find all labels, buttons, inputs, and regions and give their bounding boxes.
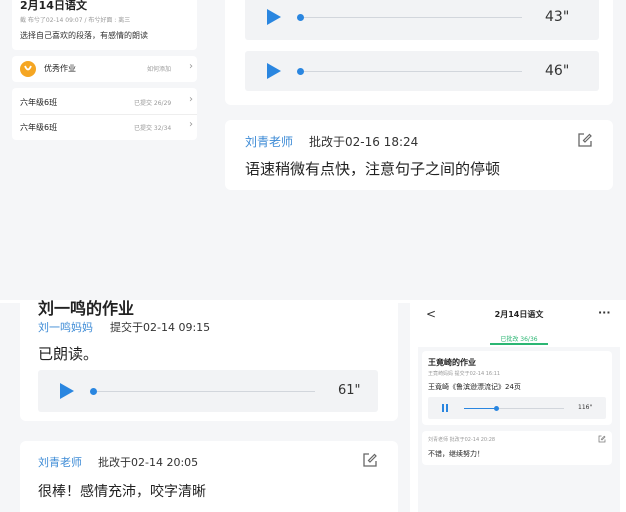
class-status: 已提交 26/29 bbox=[134, 100, 172, 107]
edit-icon[interactable] bbox=[577, 132, 593, 148]
nav-header: < 2月14日语文 ··· bbox=[418, 303, 620, 327]
class-list: 六年级6班 已提交 26/29 › 六年级6班 已提交 32/34 › bbox=[12, 88, 197, 140]
audio-progress-track[interactable] bbox=[297, 71, 522, 72]
class-status: 已提交 32/34 bbox=[134, 125, 172, 132]
chevron-right-icon: › bbox=[189, 119, 193, 130]
audio-player[interactable]: 116" bbox=[428, 397, 606, 419]
review-time: 批改于02-16 18:24 bbox=[309, 135, 419, 149]
bottom-right-panel: < 2月14日语文 ··· 已批改 36/36 王竟崎的作业 王竟崎妈妈 提交于… bbox=[418, 303, 620, 512]
audio-duration: 43" bbox=[545, 9, 570, 25]
edit-icon[interactable] bbox=[362, 452, 378, 468]
work-title: 王竟崎的作业 bbox=[428, 358, 476, 367]
page-title: 2月14日语文 bbox=[494, 310, 544, 319]
class-name: 六年级6班 bbox=[20, 98, 58, 107]
review-teacher: 刘青老师 bbox=[245, 135, 294, 149]
review-teacher: 刘青老师 bbox=[38, 456, 82, 469]
top-right-panel: 43" 46" 刘青老师 批改于02-16 18:24 语速稍微有点快，注意句子… bbox=[210, 0, 626, 300]
class-row[interactable]: 六年级6班 已提交 26/29 › bbox=[12, 88, 197, 114]
audio-progress-dot[interactable] bbox=[494, 406, 499, 411]
audio-progress-dot[interactable] bbox=[297, 14, 304, 21]
review-meta: 刘青老师 批改于02-14 20:28 bbox=[428, 437, 496, 443]
work-card: 王竟崎的作业 王竟崎妈妈 提交于02-14 16:11 王竟崎《鲁滨逊漂流记》2… bbox=[422, 351, 612, 425]
audio-duration: 61" bbox=[338, 383, 361, 398]
excellent-work-label: 优秀作业 bbox=[44, 64, 76, 73]
tab-bar: 已批改 36/36 bbox=[418, 327, 620, 347]
review-card: 刘青老师 批改于02-14 20:05 很棒！感情充沛，咬字清晰 bbox=[20, 441, 398, 512]
play-icon[interactable] bbox=[60, 383, 74, 399]
work-submitter: 刘一鸣妈妈 bbox=[38, 321, 93, 334]
homework-title: 2月14日语文 bbox=[20, 0, 87, 12]
class-row[interactable]: 六年级6班 已提交 32/34 › bbox=[12, 114, 197, 140]
play-icon[interactable] bbox=[267, 63, 281, 79]
review-time: 批改于02-14 20:05 bbox=[98, 456, 199, 469]
audio-player[interactable]: 61" bbox=[38, 370, 378, 412]
chevron-right-icon: › bbox=[189, 94, 193, 105]
audio-duration: 46" bbox=[545, 63, 570, 79]
review-comment: 语速稍微有点快，注意句子之间的停顿 bbox=[245, 160, 501, 178]
work-content: 王竟崎《鲁滨逊漂流记》24页 bbox=[428, 383, 521, 391]
work-time: 提交于02-14 09:15 bbox=[110, 321, 211, 334]
audio-progress-dot[interactable] bbox=[90, 388, 97, 395]
audio-progress-track[interactable] bbox=[90, 391, 315, 392]
work-card: 刘一鸣的作业 刘一鸣妈妈 提交于02-14 09:15 已朗读。 61" bbox=[20, 299, 398, 421]
edit-icon[interactable] bbox=[598, 435, 606, 443]
audio-duration: 116" bbox=[578, 404, 593, 411]
excellent-badge-icon bbox=[20, 61, 36, 77]
top-left-panel: 2月14日语文 截 布兮了02-14 09:07 / 布兮好面 : 离三 选择自… bbox=[0, 0, 210, 300]
review-card: 刘青老师 批改于02-14 20:28 不错，继续努力！ bbox=[422, 431, 612, 465]
review-comment: 不错，继续努力！ bbox=[428, 450, 484, 458]
how-to-add-link[interactable]: 如何添加 bbox=[147, 64, 171, 73]
audio-card: 43" 46" bbox=[225, 0, 613, 105]
more-icon[interactable]: ··· bbox=[598, 306, 611, 319]
review-card: 刘青老师 批改于02-16 18:24 语速稍微有点快，注意句子之间的停顿 bbox=[225, 120, 613, 190]
homework-description: 选择自己喜欢的段落，有感情的朗读 bbox=[20, 31, 148, 40]
work-title: 刘一鸣的作业 bbox=[38, 299, 135, 318]
homework-info-card: 2月14日语文 截 布兮了02-14 09:07 / 布兮好面 : 离三 选择自… bbox=[12, 0, 197, 50]
homework-meta: 截 布兮了02-14 09:07 / 布兮好面 : 离三 bbox=[20, 17, 131, 24]
tab-reviewed[interactable]: 已批改 36/36 bbox=[418, 334, 620, 343]
audio-player[interactable]: 43" bbox=[245, 0, 599, 40]
audio-progress-track[interactable] bbox=[297, 17, 522, 18]
audio-progress-dot[interactable] bbox=[297, 68, 304, 75]
work-meta: 王竟崎妈妈 提交于02-14 16:11 bbox=[428, 371, 501, 377]
pause-icon[interactable] bbox=[442, 404, 448, 412]
review-comment: 很棒！感情充沛，咬字清晰 bbox=[38, 484, 206, 500]
audio-player[interactable]: 46" bbox=[245, 51, 599, 91]
work-content: 已朗读。 bbox=[38, 345, 99, 363]
play-icon[interactable] bbox=[267, 9, 281, 25]
tab-indicator bbox=[490, 343, 548, 345]
class-name: 六年级6班 bbox=[20, 123, 58, 132]
bottom-left-panel: 刘一鸣的作业 刘一鸣妈妈 提交于02-14 09:15 已朗读。 61" 刘青老… bbox=[0, 299, 410, 512]
excellent-work-row[interactable]: 优秀作业 如何添加 › bbox=[12, 56, 197, 82]
audio-progress-fill bbox=[464, 408, 496, 409]
chevron-right-icon: › bbox=[189, 61, 193, 72]
